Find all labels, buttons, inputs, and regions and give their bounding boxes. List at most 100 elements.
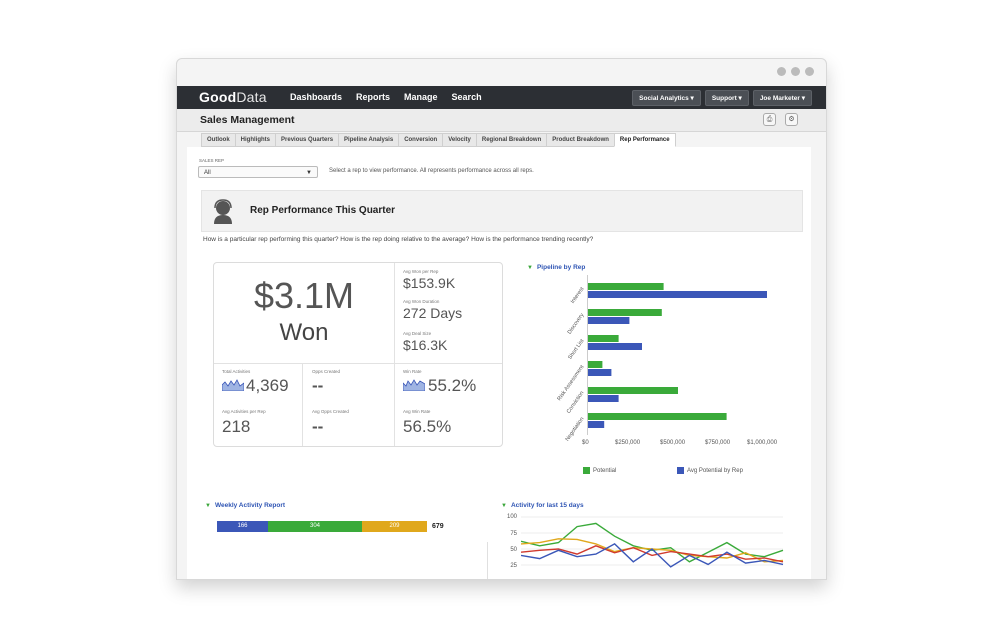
avg-opps-label: Avg Opps Created <box>312 409 349 414</box>
sales-rep-value: All <box>204 170 211 176</box>
win-rate-label: Win Rate <box>403 369 422 374</box>
sales-rep-select[interactable]: All ▼ <box>198 166 318 178</box>
activities-sparkline <box>222 379 244 391</box>
weekly-segment[interactable]: 304 <box>268 521 362 532</box>
nav-dashboards[interactable]: Dashboards <box>290 92 342 102</box>
dashboard-title-bar: Sales Management ⎙ ⚙ <box>177 109 826 132</box>
tab-velocity[interactable]: Velocity <box>442 133 476 147</box>
window-dot-icon[interactable] <box>791 67 800 76</box>
activity-line-chart <box>521 516 784 568</box>
tab-pipeline-analysis[interactable]: Pipeline Analysis <box>338 133 399 147</box>
pipeline-xtick: $1,000,000 <box>747 440 778 446</box>
print-icon[interactable]: ⎙ <box>763 113 776 126</box>
avg-activities-value: 218 <box>222 417 251 436</box>
tab-conversion[interactable]: Conversion <box>398 133 443 147</box>
top-right-menus: Social Analytics ▾ Support ▾ Joe Markete… <box>632 90 812 106</box>
weekly-total: 679 <box>432 523 444 530</box>
tab-previous-quarters[interactable]: Previous Quarters <box>275 133 339 147</box>
pipeline-bar[interactable] <box>588 413 727 420</box>
dropdown-arrow-icon: ▼ <box>306 170 312 176</box>
legend-swatch <box>677 467 684 474</box>
pipeline-chart-title: ▼ Pipeline by Rep <box>527 264 585 271</box>
window-dot-icon[interactable] <box>805 67 814 76</box>
activity-chart-title: ▼ Activity for last 15 days <box>501 502 584 509</box>
total-activities-label: Total Activities <box>222 369 251 374</box>
collapse-triangle-icon[interactable]: ▼ <box>527 265 533 271</box>
pipeline-category-label: Negotiation <box>564 416 586 443</box>
activity-ytick: 100 <box>506 514 517 520</box>
section-divider <box>487 542 488 579</box>
activity-chart-title-text: Activity for last 15 days <box>510 502 584 509</box>
dashboard-content: SALES REP All ▼ Select a rep to view per… <box>187 147 811 579</box>
section-banner: Rep Performance This Quarter <box>201 190 803 232</box>
activity-ytick: 25 <box>510 563 517 569</box>
tab-rep-performance[interactable]: Rep Performance <box>613 133 676 147</box>
section-question: How is a particular rep performing this … <box>203 236 594 243</box>
kpi-panel: $3.1M Won Avg Won per Rep $153.9K Avg Wo… <box>213 262 503 447</box>
kpi-divider <box>394 263 395 446</box>
avg-won-duration-value: 272 Days <box>403 305 463 321</box>
pipeline-bar[interactable] <box>588 335 619 342</box>
pipeline-bar[interactable] <box>588 421 605 428</box>
weekly-segment[interactable]: 209 <box>362 521 427 532</box>
legend-potential[interactable]: Potential <box>583 467 616 474</box>
social-analytics-menu[interactable]: Social Analytics ▾ <box>632 90 701 106</box>
avg-opps-value: -- <box>312 417 324 436</box>
activity-ytick: 75 <box>510 531 517 537</box>
opps-created-label: Opps Created <box>312 369 341 374</box>
pipeline-bar[interactable] <box>588 395 619 402</box>
pipeline-xtick: $0 <box>582 440 589 446</box>
tab-highlights[interactable]: Highlights <box>234 133 276 147</box>
top-nav-bar: GoodData Dashboards Reports Manage Searc… <box>177 86 826 109</box>
tab-outlook[interactable]: Outlook <box>201 133 235 147</box>
weekly-activity-title: ▼ Weekly Activity Report <box>205 502 285 509</box>
headset-person-icon <box>214 199 232 224</box>
pipeline-bar[interactable] <box>588 283 664 290</box>
logo-text-bold: Good <box>199 89 237 105</box>
nav-manage[interactable]: Manage <box>404 92 438 102</box>
pipeline-xtick: $500,000 <box>660 440 686 446</box>
opps-created-value: -- <box>312 376 324 395</box>
window-controls <box>777 67 814 76</box>
nav-reports[interactable]: Reports <box>356 92 390 102</box>
filter-label: SALES REP <box>199 158 225 163</box>
pipeline-bar[interactable] <box>588 317 630 324</box>
weekly-segment[interactable]: 166 <box>217 521 268 532</box>
avg-win-rate-label: Avg Win Rate <box>403 409 431 414</box>
banner-title: Rep Performance This Quarter <box>250 205 396 216</box>
win-rate-sparkline <box>403 379 425 391</box>
kpi-divider <box>214 363 502 364</box>
pipeline-bar[interactable] <box>588 369 612 376</box>
win-rate-value: 55.2% <box>428 376 477 395</box>
kpi-divider <box>302 363 303 446</box>
nav-search[interactable]: Search <box>452 92 482 102</box>
pipeline-xtick: $250,000 <box>615 440 641 446</box>
support-menu[interactable]: Support ▾ <box>704 90 749 106</box>
settings-icon[interactable]: ⚙ <box>785 113 798 126</box>
legend-label: Avg Potential by Rep <box>687 467 743 474</box>
pipeline-bar[interactable] <box>588 343 642 350</box>
gooddata-logo[interactable]: GoodData <box>199 89 267 105</box>
avg-deal-size-label: Avg Deal Size <box>403 331 432 336</box>
weekly-activity-title-text: Weekly Activity Report <box>214 502 286 509</box>
tab-regional-breakdown[interactable]: Regional Breakdown <box>475 133 547 147</box>
pipeline-bar[interactable] <box>588 361 603 368</box>
page-title: Sales Management <box>200 114 295 126</box>
tab-product-breakdown[interactable]: Product Breakdown <box>546 133 614 147</box>
collapse-triangle-icon[interactable]: ▼ <box>205 503 211 509</box>
main-nav: Dashboards Reports Manage Search <box>290 92 482 102</box>
avg-won-label: Avg Won per Rep <box>403 269 439 274</box>
pipeline-bar[interactable] <box>588 291 767 298</box>
pipeline-bar[interactable] <box>588 309 662 316</box>
pipeline-bar-chart <box>587 275 767 435</box>
avg-deal-size-value: $16.3K <box>403 337 448 353</box>
avg-won-duration-label: Avg Won Duration <box>403 299 440 304</box>
pipeline-chart-title-text: Pipeline by Rep <box>536 264 586 271</box>
collapse-triangle-icon[interactable]: ▼ <box>501 503 507 509</box>
user-menu[interactable]: Joe Marketer ▾ <box>752 90 812 106</box>
filter-hint: Select a rep to view performance. All re… <box>329 168 534 174</box>
window-dot-icon[interactable] <box>777 67 786 76</box>
legend-avg-potential[interactable]: Avg Potential by Rep <box>677 467 743 474</box>
legend-swatch <box>583 467 590 474</box>
pipeline-bar[interactable] <box>588 387 678 394</box>
